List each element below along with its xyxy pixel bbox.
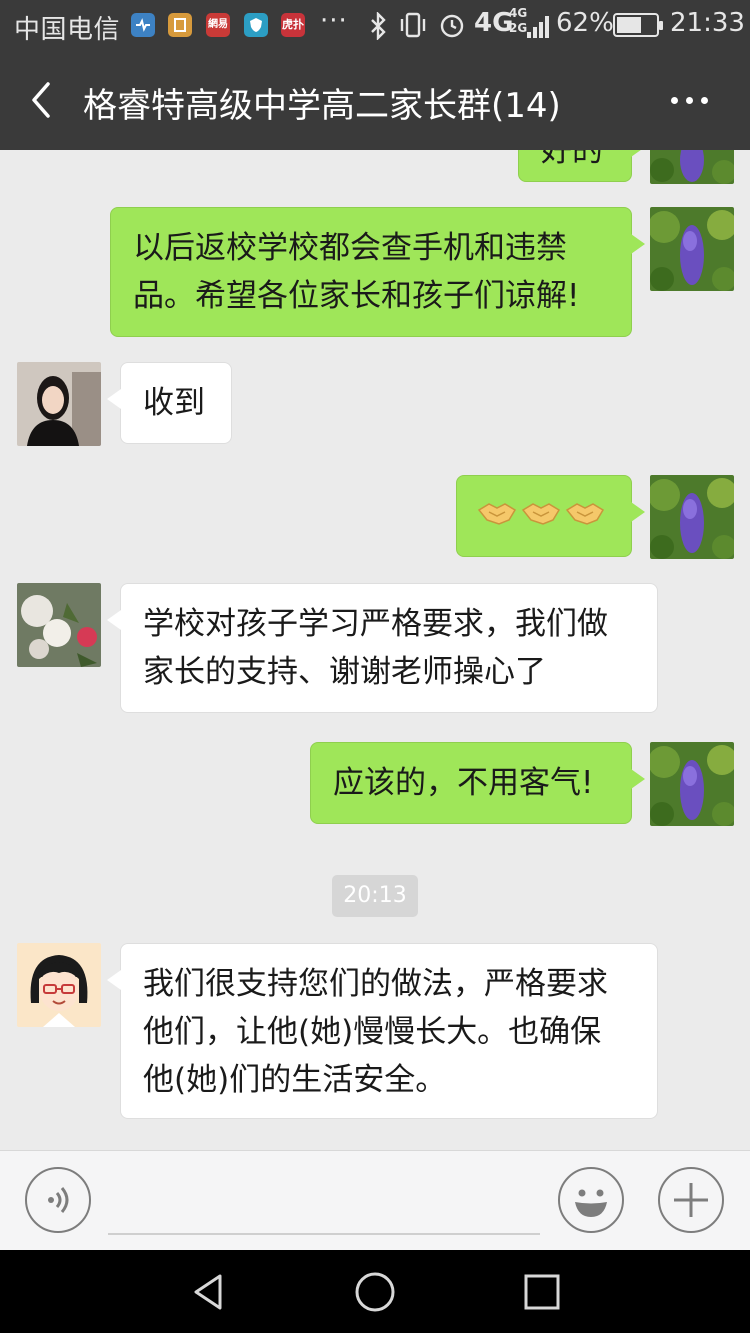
input-underline xyxy=(108,1233,540,1235)
handshake-emoji-icon xyxy=(565,503,605,525)
chevron-left-icon[interactable] xyxy=(24,80,64,120)
message-bubble-mine[interactable]: 🤝🤝🤝 xyxy=(456,475,645,557)
message-text: 好的 xyxy=(541,150,603,169)
message-input[interactable] xyxy=(108,1171,540,1231)
message-text: 我们很支持您们的做法，严格要求 他们，让他(她)慢慢长大。也确保 他(她)们的生… xyxy=(143,966,608,1098)
message-bubble-theirs[interactable]: 学校对孩子学习严格要求，我们做 家长的支持、谢谢老师操心了 xyxy=(107,583,658,713)
chat-header: 格睿特高级中学高二家长群(14) xyxy=(0,50,750,150)
shield-app-icon xyxy=(244,13,268,37)
message-bubble-theirs[interactable]: 收到 xyxy=(107,362,232,444)
signal-icon xyxy=(527,14,553,38)
hupu-app-icon: 虎扑 xyxy=(281,13,305,37)
flowers-photo-avatar[interactable] xyxy=(17,583,101,667)
my-avatar[interactable] xyxy=(650,150,734,184)
battery-percent: 62% xyxy=(556,8,614,38)
plus-icon[interactable] xyxy=(658,1167,724,1233)
cartoon-girl-avatar[interactable] xyxy=(17,943,101,1027)
handshake-emoji-row xyxy=(477,496,611,530)
battery-icon xyxy=(613,13,663,37)
notification-overflow: ··· xyxy=(320,6,348,36)
bluetooth-icon xyxy=(371,12,386,40)
nav-home-icon[interactable] xyxy=(353,1270,397,1314)
my-avatar[interactable] xyxy=(650,475,734,559)
message-list[interactable]: 好的 以后返校学校都会查手机和违禁 品。希望各位家长和孩子们谅解! 收到 学校对… xyxy=(0,150,750,1150)
my-avatar[interactable] xyxy=(650,742,734,826)
vibrate-icon xyxy=(400,12,426,38)
woman-photo-avatar[interactable] xyxy=(17,362,101,446)
carrier-name: 中国电信 xyxy=(14,15,121,45)
message-bubble-mine[interactable]: 以后返校学校都会查手机和违禁 品。希望各位家长和孩子们谅解! xyxy=(110,207,645,337)
chat-title: 格睿特高级中学高二家长群(14) xyxy=(83,86,561,126)
message-bubble-theirs[interactable]: 我们很支持您们的做法，严格要求 他们，让他(她)慢慢长大。也确保 他(她)们的生… xyxy=(107,943,658,1119)
voice-icon[interactable] xyxy=(25,1167,91,1233)
my-avatar[interactable] xyxy=(650,207,734,291)
wallet-app-icon xyxy=(168,13,192,37)
clock: 21:33 xyxy=(670,8,745,38)
status-bar: 中国电信 網易 虎扑 ··· 4G 4G 2G 62% 21:33 xyxy=(0,0,750,50)
message-bubble-mine[interactable]: 好的 xyxy=(518,150,645,182)
message-text: 应该的，不用客气! xyxy=(333,765,594,801)
handshake-emoji-icon xyxy=(521,503,561,525)
health-app-icon xyxy=(131,13,155,37)
message-timestamp: 20:13 xyxy=(332,875,418,917)
system-nav-bar xyxy=(0,1250,750,1333)
emoji-icon[interactable] xyxy=(558,1167,624,1233)
message-text: 以后返校学校都会查手机和违禁 品。希望各位家长和孩子们谅解! xyxy=(133,230,580,314)
nav-back-icon[interactable] xyxy=(188,1270,232,1314)
nav-recents-icon[interactable] xyxy=(520,1270,564,1314)
network-type-small: 4G 2G xyxy=(509,6,528,35)
message-text: 学校对孩子学习严格要求，我们做 家长的支持、谢谢老师操心了 xyxy=(143,606,608,690)
input-bar xyxy=(0,1150,750,1250)
handshake-emoji-icon xyxy=(477,503,517,525)
more-dots-icon[interactable] xyxy=(668,90,712,110)
message-text: 收到 xyxy=(143,385,205,421)
netease-app-icon: 網易 xyxy=(206,13,230,37)
message-bubble-mine[interactable]: 应该的，不用客气! xyxy=(310,742,645,824)
network-type: 4G xyxy=(474,8,514,38)
alarm-icon xyxy=(440,14,464,38)
